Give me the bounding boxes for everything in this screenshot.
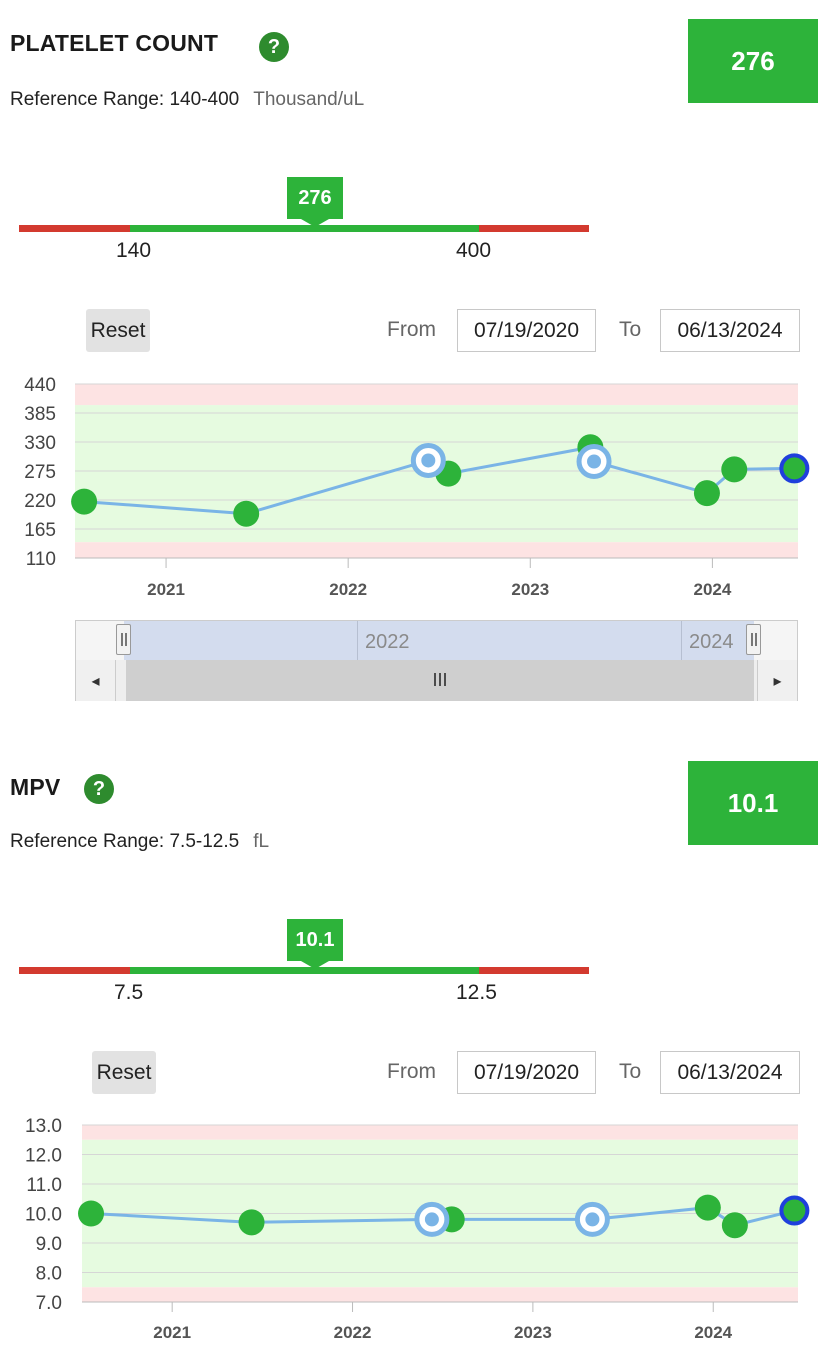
platelet-chart[interactable]: 440 385 330 275 220 165 110 2021 2022 2023 2024	[0, 370, 828, 605]
navigator-right-handle[interactable]	[746, 624, 761, 655]
platelet-range-high-label: 400	[456, 239, 492, 262]
platelet-to-label: To	[619, 318, 642, 341]
high-abnormal-band	[75, 384, 798, 406]
x-tick-label: 2021	[147, 580, 185, 599]
y-tick-label: 8.0	[36, 1264, 62, 1285]
x-tick-label: 2024	[693, 580, 731, 599]
navigator-selected-range[interactable]	[124, 621, 754, 660]
data-point	[694, 1194, 721, 1221]
platelet-unit: Thousand/uL	[253, 89, 365, 110]
platelet-range-low-bar	[19, 225, 130, 232]
x-tick-label: 2024	[694, 1323, 732, 1342]
y-tick-label: 13.0	[25, 1116, 62, 1137]
data-point	[238, 1209, 265, 1236]
navigator-label-2022: 2022	[365, 631, 410, 653]
y-tick-label: 12.0	[25, 1146, 62, 1167]
platelet-from-date-input[interactable]: 07/19/2020	[457, 309, 596, 352]
mpv-to-date-input[interactable]: 06/13/2024	[660, 1051, 800, 1094]
mpv-range-marker: 10.1	[287, 919, 343, 961]
y-tick-label: 165	[24, 520, 56, 541]
mpv-range-low-label: 7.5	[114, 981, 144, 1004]
highlighted-data-point-center	[424, 1212, 439, 1227]
mpv-reset-button[interactable]: Reset	[92, 1051, 156, 1094]
y-tick-label: 9.0	[36, 1234, 62, 1255]
platelet-reset-button[interactable]: Reset	[86, 309, 150, 352]
scroll-right-arrow-icon[interactable]: ▸	[757, 660, 797, 701]
low-abnormal-band	[75, 542, 798, 558]
x-tick-label: 2023	[514, 1323, 552, 1342]
data-point	[693, 480, 720, 507]
mpv-help-icon[interactable]: ?	[84, 774, 114, 804]
selected-data-point	[779, 1195, 810, 1226]
mpv-marker-pointer	[301, 961, 329, 969]
navigator-label-2024: 2024	[689, 631, 734, 653]
mpv-value-badge: 10.1	[688, 761, 818, 845]
y-tick-label: 7.0	[36, 1293, 62, 1314]
mpv-from-label: From	[387, 1060, 436, 1083]
x-tick-label: 2022	[329, 580, 367, 599]
mpv-range-high-bar	[479, 967, 589, 974]
y-tick-label: 10.0	[25, 1205, 62, 1226]
mpv-unit: fL	[253, 831, 270, 852]
mpv-range-high-label: 12.5	[456, 981, 497, 1004]
platelet-value-badge: 276	[688, 19, 818, 103]
mpv-ref-label: Reference Range: 7.5-12.5	[10, 831, 240, 852]
platelet-range-low-label: 140	[116, 239, 152, 262]
y-tick-label: 385	[24, 404, 56, 425]
navigator-grid-line	[681, 621, 682, 660]
data-point	[721, 1212, 748, 1239]
y-tick-label: 110	[26, 549, 56, 570]
mpv-range-low-bar	[19, 967, 130, 974]
platelet-ref-label: Reference Range: 140-400	[10, 89, 240, 110]
y-tick-label: 330	[24, 433, 56, 454]
highlighted-data-point-center	[587, 454, 602, 469]
high-abnormal-band	[82, 1125, 798, 1140]
x-tick-label: 2021	[153, 1323, 191, 1342]
y-tick-label: 220	[24, 491, 56, 512]
highlighted-data-point-center	[421, 453, 436, 468]
platelet-range-marker: 276	[287, 177, 343, 219]
y-tick-label: 440	[24, 375, 56, 396]
platelet-range-high-bar	[479, 225, 589, 232]
mpv-from-date-input[interactable]: 07/19/2020	[457, 1051, 596, 1094]
navigator-scrollbar-thumb[interactable]: III	[126, 660, 754, 701]
platelet-range-navigator[interactable]: 2022 2024 ◂ III ▸	[75, 620, 798, 701]
scroll-left-arrow-icon[interactable]: ◂	[76, 660, 116, 701]
low-abnormal-band	[82, 1287, 798, 1302]
platelet-help-icon[interactable]: ?	[259, 32, 289, 62]
y-tick-label: 11.0	[26, 1175, 62, 1196]
data-point	[78, 1200, 105, 1227]
mpv-chart[interactable]: 13.0 12.0 11.0 10.0 9.0 8.0 7.0 2021 2022 2023 202…	[0, 1110, 828, 1355]
navigator-left-handle[interactable]	[116, 624, 131, 655]
y-tick-label: 275	[24, 462, 56, 483]
platelet-to-date-input[interactable]: 06/13/2024	[660, 309, 800, 352]
navigator-grid-line	[357, 621, 358, 660]
mpv-to-label: To	[619, 1060, 642, 1083]
selected-data-point	[779, 453, 810, 484]
x-tick-label: 2023	[511, 580, 549, 599]
mpv-reference-range: Reference Range: 7.5-12.5 fL	[10, 831, 269, 853]
platelet-title: PLATELET COUNT	[10, 30, 219, 56]
mpv-title: MPV	[10, 774, 61, 800]
data-point	[233, 500, 260, 527]
highlighted-data-point-center	[585, 1212, 600, 1227]
data-point	[71, 488, 98, 515]
platelet-marker-pointer	[301, 219, 329, 227]
platelet-reference-range: Reference Range: 140-400 Thousand/uL	[10, 89, 364, 111]
platelet-from-label: From	[387, 318, 436, 341]
data-point	[721, 456, 748, 483]
x-tick-label: 2022	[334, 1323, 372, 1342]
